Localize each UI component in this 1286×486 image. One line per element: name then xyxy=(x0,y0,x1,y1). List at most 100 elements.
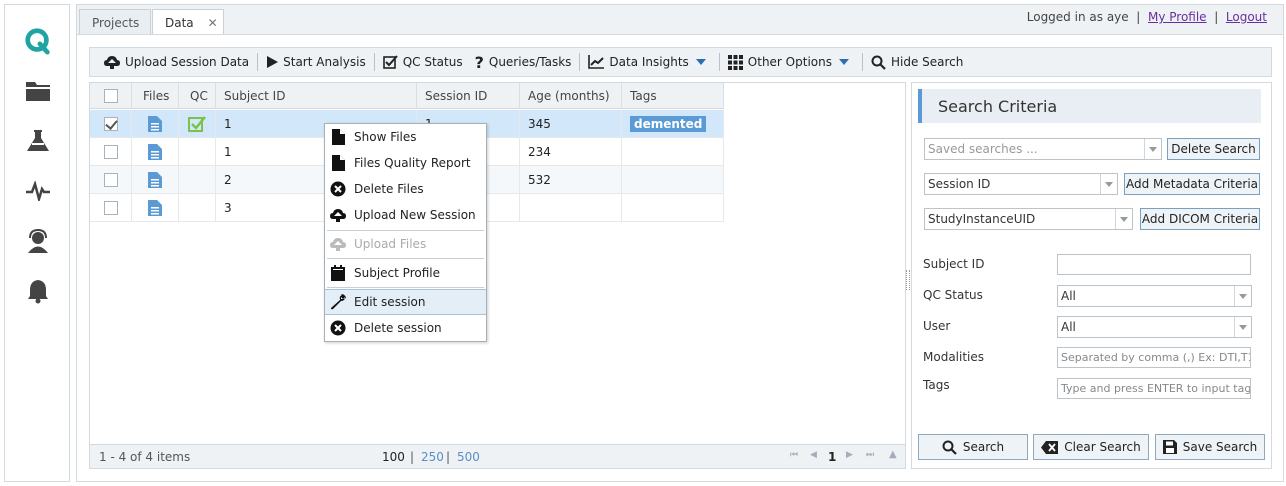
other-options-menu[interactable]: Other Options xyxy=(722,52,860,72)
search-panel: Search Criteria Saved searches ... Delet… xyxy=(911,82,1272,469)
save-icon xyxy=(1162,440,1177,454)
search-button[interactable]: Search xyxy=(918,434,1028,460)
queries-tasks-button[interactable]: ? Queries/Tasks xyxy=(469,52,578,72)
caret-down-icon xyxy=(838,59,849,65)
hide-search-button[interactable]: Hide Search xyxy=(865,52,969,72)
tag-badge[interactable]: demented xyxy=(630,116,707,132)
qc-check-icon xyxy=(188,116,206,132)
saved-searches-select[interactable]: Saved searches ... xyxy=(924,138,1162,160)
row-checkbox[interactable] xyxy=(104,145,118,159)
wrench-icon xyxy=(329,293,347,311)
chevron-down-icon xyxy=(1234,317,1251,337)
user-bar: Logged in as aye | My Profile | Logout xyxy=(1026,10,1267,24)
add-dicom-criteria-button[interactable]: Add DICOM Criteria xyxy=(1140,208,1260,230)
folder-icon[interactable] xyxy=(24,77,52,105)
menu-item-show-files[interactable]: Show Files xyxy=(325,124,486,150)
last-page-icon[interactable]: ⏭ xyxy=(866,450,874,460)
tags-input[interactable]: Type and press ENTER to input tag xyxy=(1057,378,1251,399)
page-size-100[interactable]: 100 xyxy=(382,450,405,464)
question-icon: ? xyxy=(474,52,484,72)
select-all-header xyxy=(90,83,132,109)
menu-divider xyxy=(327,258,484,259)
scroll-top-icon[interactable]: ▲ xyxy=(889,449,897,460)
age-cell: 234 xyxy=(520,138,622,166)
row-checkbox[interactable] xyxy=(104,117,118,131)
column-header-files[interactable]: Files xyxy=(132,83,179,109)
column-header-tags[interactable]: Tags xyxy=(622,83,724,109)
upload-session-data-button[interactable]: Upload Session Data xyxy=(98,52,255,72)
backspace-icon xyxy=(1041,440,1059,454)
menu-item-upload-files: Upload Files xyxy=(325,231,486,257)
caret-down-icon xyxy=(695,59,706,65)
data-grid: Files QC Subject ID Session ID Age (mont… xyxy=(89,82,906,469)
page-size-500[interactable]: 500 xyxy=(457,450,480,464)
page-size-250[interactable]: 250 xyxy=(421,450,444,464)
next-page-icon[interactable]: ▶ xyxy=(846,450,853,460)
tags-cell xyxy=(622,138,724,166)
qc-status-button[interactable]: QC Status xyxy=(377,52,469,72)
tab-projects[interactable]: Projects xyxy=(79,9,151,36)
row-checkbox[interactable] xyxy=(104,201,118,215)
pulse-icon[interactable] xyxy=(24,177,52,205)
subject-id-label: Subject ID xyxy=(923,257,985,271)
metadata-criteria-select[interactable]: Session ID xyxy=(924,173,1118,195)
subject-id-input[interactable] xyxy=(1057,254,1251,275)
grid-icon xyxy=(727,54,743,70)
menu-item-subject-profile[interactable]: Subject Profile xyxy=(325,260,486,286)
chevron-down-icon xyxy=(1144,139,1161,159)
file-icon xyxy=(329,128,347,146)
search-criteria-title: Search Criteria xyxy=(918,89,1261,123)
column-header-age[interactable]: Age (months) xyxy=(520,83,622,109)
row-checkbox[interactable] xyxy=(104,173,118,187)
age-cell xyxy=(520,194,622,222)
logout-link[interactable]: Logout xyxy=(1226,10,1267,24)
save-search-button[interactable]: Save Search xyxy=(1155,434,1265,460)
age-cell: 532 xyxy=(520,166,622,194)
qc-status-select[interactable]: All xyxy=(1057,285,1252,307)
tags-label: Tags xyxy=(923,378,950,392)
file-list-icon[interactable] xyxy=(148,116,162,132)
cloud-upload-icon xyxy=(329,235,347,253)
user-label: User xyxy=(923,319,951,333)
close-icon[interactable]: ✕ xyxy=(208,16,218,30)
column-header-session-id[interactable]: Session ID xyxy=(417,83,520,109)
file-list-icon[interactable] xyxy=(148,144,162,160)
data-insights-menu[interactable]: Data Insights xyxy=(582,52,716,72)
add-metadata-criteria-button[interactable]: Add Metadata Criteria xyxy=(1124,173,1260,195)
column-header-subject-id[interactable]: Subject ID xyxy=(216,83,417,109)
clear-search-button[interactable]: Clear Search xyxy=(1033,434,1149,460)
play-icon xyxy=(267,56,279,68)
toolbar-divider xyxy=(718,53,720,71)
cloud-upload-icon xyxy=(329,206,347,224)
delete-search-button[interactable]: Delete Search xyxy=(1167,138,1260,160)
modalities-input[interactable]: Separated by comma (,) Ex: DTI,T1 xyxy=(1057,347,1251,368)
file-list-icon[interactable] xyxy=(148,172,162,188)
splitter-handle[interactable] xyxy=(906,270,910,290)
q-logo-icon[interactable] xyxy=(24,27,52,55)
start-analysis-button[interactable]: Start Analysis xyxy=(260,52,372,72)
current-page[interactable]: 1 xyxy=(828,450,836,464)
age-cell: 345 xyxy=(520,110,622,138)
dicom-criteria-select[interactable]: StudyInstanceUID xyxy=(924,208,1133,230)
cloud-upload-icon xyxy=(104,56,120,69)
tab-data[interactable]: Data ✕ xyxy=(152,9,224,36)
tab-bar: Projects Data ✕ Logged in as aye | My Pro… xyxy=(76,4,1284,36)
toolbar-divider xyxy=(579,53,581,71)
first-page-icon[interactable]: ⏮ xyxy=(790,450,798,460)
column-header-qc[interactable]: QC xyxy=(179,83,216,109)
select-all-checkbox[interactable] xyxy=(104,89,118,103)
bell-icon[interactable] xyxy=(24,277,52,305)
file-list-icon[interactable] xyxy=(148,200,162,216)
menu-item-delete-files[interactable]: Delete Files xyxy=(325,176,486,202)
menu-item-upload-new-session[interactable]: Upload New Session xyxy=(325,202,486,228)
menu-item-delete-session[interactable]: Delete session xyxy=(325,315,486,341)
support-agent-icon[interactable] xyxy=(24,227,52,255)
flask-icon[interactable] xyxy=(24,127,52,155)
menu-item-files-quality-report[interactable]: Files Quality Report xyxy=(325,150,486,176)
search-icon xyxy=(942,440,957,455)
prev-page-icon[interactable]: ◀ xyxy=(810,450,817,460)
user-select[interactable]: All xyxy=(1057,316,1252,338)
tags-cell xyxy=(622,194,724,222)
my-profile-link[interactable]: My Profile xyxy=(1148,10,1207,24)
menu-item-edit-session[interactable]: Edit session xyxy=(325,289,486,315)
